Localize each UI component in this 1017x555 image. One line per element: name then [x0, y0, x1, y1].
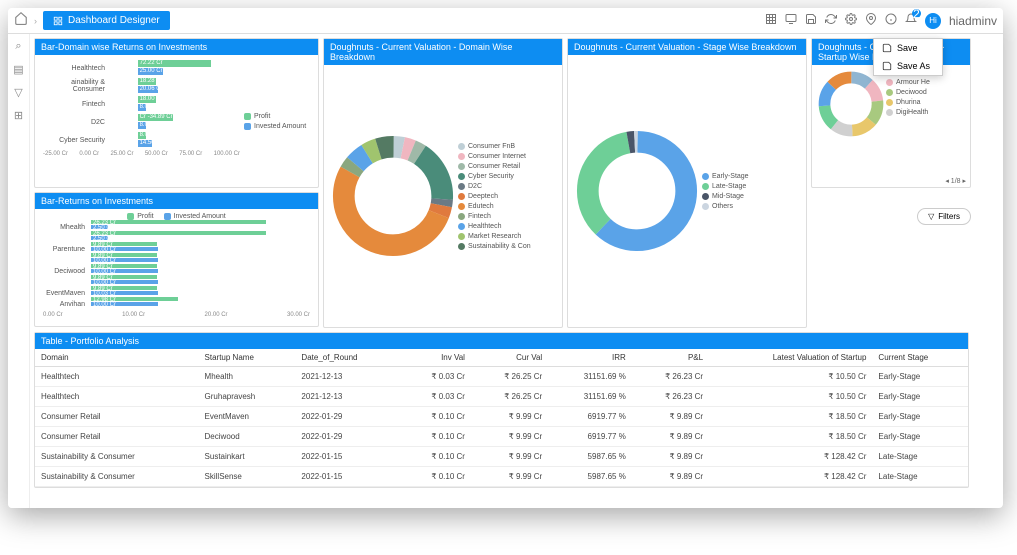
search-icon[interactable]: ⌕ [15, 40, 21, 53]
card-header: Doughnuts - Current Valuation - Domain W… [324, 39, 562, 65]
data-icon[interactable]: ⊞ [14, 109, 23, 122]
pager[interactable]: ◂ 1/8 ▸ [812, 175, 970, 187]
monitor-icon[interactable] [785, 13, 797, 28]
donut-chart [816, 69, 886, 139]
card-header: Doughnuts - Current Valuation - Stage Wi… [568, 39, 806, 55]
popup-save[interactable]: Save [874, 39, 942, 57]
dashboard-icon [53, 16, 63, 26]
grid-icon[interactable] [765, 13, 777, 28]
page-title: Dashboard Designer [68, 15, 160, 26]
card-table: Table - Portfolio Analysis DomainStartup… [34, 332, 969, 488]
left-rail: ⌕ ▤ ▽ ⊞ [8, 34, 30, 508]
table-row[interactable]: Consumer RetailDeciwood2022-01-29₹ 0.10 … [35, 427, 968, 447]
pin-icon[interactable] [865, 13, 877, 28]
avatar[interactable]: Hi [925, 13, 941, 29]
donut-chart [572, 126, 702, 256]
popup-save-as[interactable]: Save As [874, 57, 942, 75]
donut-chart [328, 131, 458, 261]
save-popup: Save Save As [873, 38, 943, 76]
filter-icon: ▽ [928, 212, 934, 221]
table-row[interactable]: Sustainability & ConsumerSkillSense2022-… [35, 467, 968, 487]
filter-icon[interactable]: ▽ [14, 86, 22, 99]
refresh-icon[interactable] [825, 13, 837, 28]
filters-button[interactable]: ▽ Filters [917, 208, 971, 225]
layers-icon[interactable]: ▤ [13, 63, 23, 76]
card-donut-domain: Doughnuts - Current Valuation - Domain W… [323, 38, 563, 328]
save-icon[interactable] [805, 13, 817, 28]
card-header: Table - Portfolio Analysis [35, 333, 968, 349]
bell-icon[interactable]: 2 [905, 13, 917, 28]
gear-icon[interactable] [845, 13, 857, 28]
card-bar-returns: Bar-Returns on Investments Profit Invest… [34, 192, 319, 327]
card-header: Bar-Domain wise Returns on Investments [35, 39, 318, 55]
topbar: › Dashboard Designer 2 Hi hiadminv [8, 8, 1003, 34]
home-icon[interactable] [14, 11, 28, 30]
table-row[interactable]: HealthtechMhealth2021-12-13₹ 0.03 Cr₹ 26… [35, 367, 968, 387]
portfolio-table: DomainStartup NameDate_of_RoundInv ValCu… [35, 349, 968, 487]
table-row[interactable]: HealthtechGruhapravesh2021-12-13₹ 0.03 C… [35, 387, 968, 407]
info-icon[interactable] [885, 13, 897, 28]
card-header: Bar-Returns on Investments [35, 193, 318, 209]
card-bar-domain: Bar-Domain wise Returns on Investments H… [34, 38, 319, 188]
toolbar-icons: 2 Hi hiadminv [765, 13, 997, 29]
table-row[interactable]: Consumer RetailEventMaven2022-01-29₹ 0.1… [35, 407, 968, 427]
table-row[interactable]: Sustainability & ConsumerSustainkart2022… [35, 447, 968, 467]
save-icon [882, 43, 892, 53]
breadcrumb-title[interactable]: Dashboard Designer [43, 11, 170, 30]
chevron-right-icon: › [34, 16, 37, 26]
save-as-icon [882, 61, 892, 71]
username[interactable]: hiadminv [949, 14, 997, 28]
card-donut-stage: Doughnuts - Current Valuation - Stage Wi… [567, 38, 807, 328]
main-canvas: Save Save As Bar-Domain wise Returns on … [30, 34, 1003, 508]
notif-badge: 2 [912, 9, 921, 18]
